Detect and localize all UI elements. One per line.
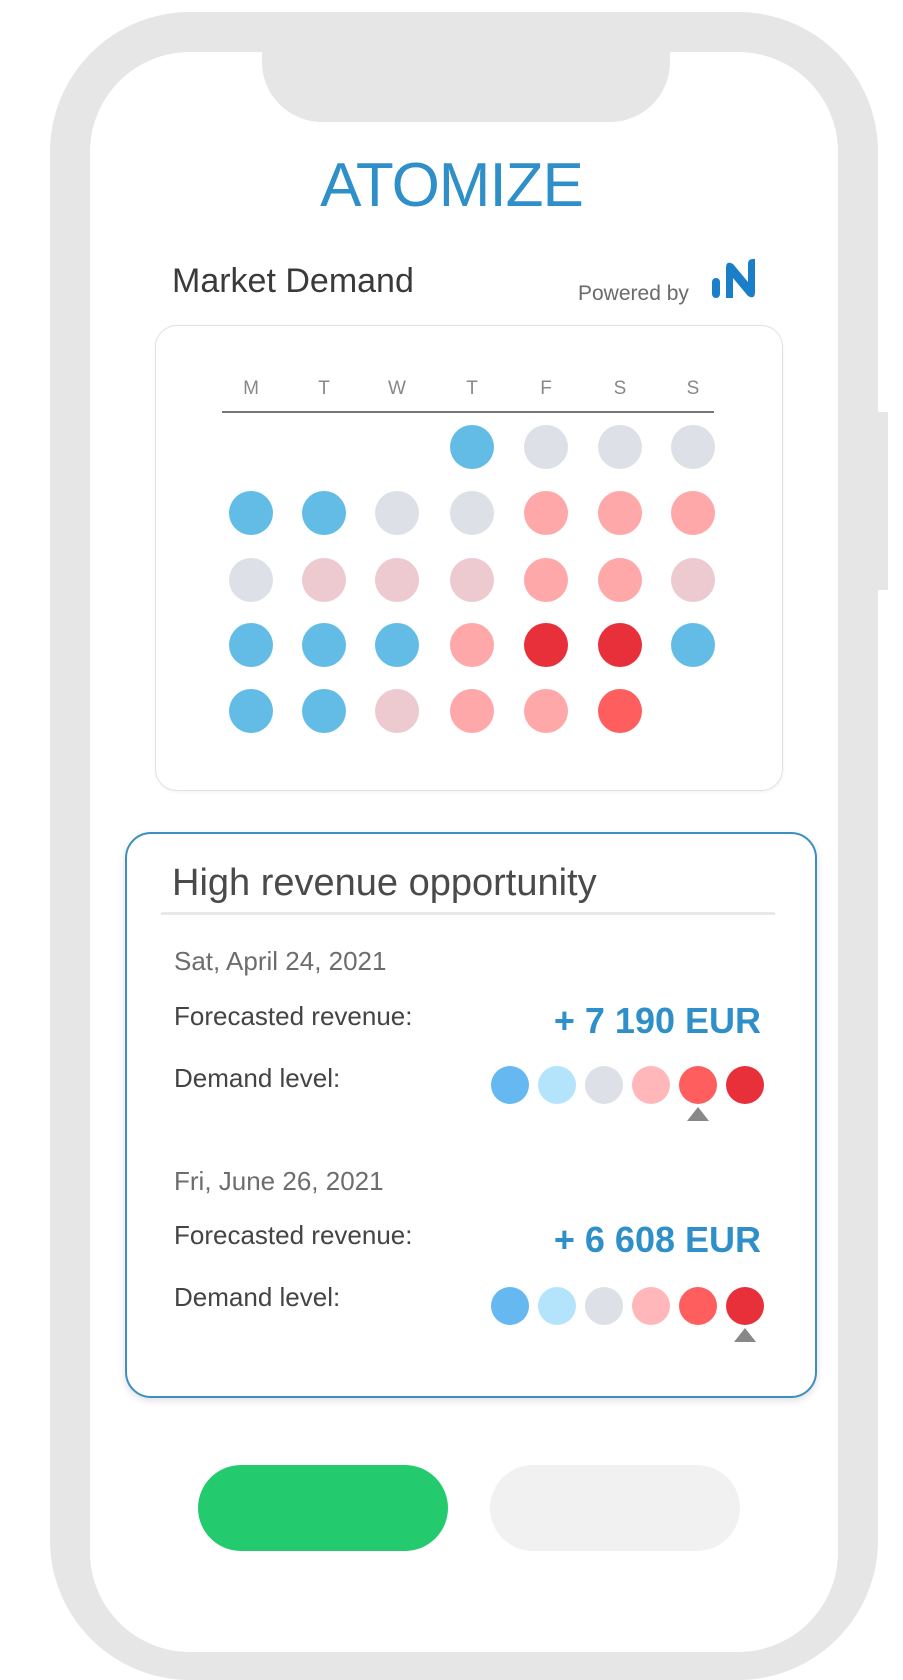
calendar-day-dot[interactable] <box>524 425 568 469</box>
entry-date: Sat, April 24, 2021 <box>174 946 387 976</box>
calendar-day-dot[interactable] <box>598 689 642 733</box>
calendar-day-dot[interactable] <box>450 623 494 667</box>
forecasted-revenue-label: Forecasted revenue: <box>174 1220 413 1250</box>
forecasted-revenue-label: Forecasted revenue: <box>174 1001 413 1031</box>
weekday-label: S <box>686 378 700 399</box>
revenue-title-divider <box>161 912 775 915</box>
demand-level-dot <box>491 1066 529 1104</box>
phone-notch <box>262 40 670 122</box>
calendar-day-dot[interactable] <box>598 491 642 535</box>
demand-level-label: Demand level: <box>174 1282 341 1312</box>
calendar-day-dot[interactable] <box>598 558 642 602</box>
demand-level-dot <box>726 1066 764 1104</box>
calendar-day-dot[interactable] <box>524 623 568 667</box>
calendar-day-dot[interactable] <box>671 558 715 602</box>
calendar-day-dot[interactable] <box>598 425 642 469</box>
calendar-day-dot[interactable] <box>229 689 273 733</box>
calendar-day-dot[interactable] <box>598 623 642 667</box>
calendar-day-dot[interactable] <box>671 623 715 667</box>
calendar-day-dot[interactable] <box>302 623 346 667</box>
n-logo-icon <box>712 258 755 298</box>
calendar-day-dot[interactable] <box>302 558 346 602</box>
entry-date: Fri, June 26, 2021 <box>174 1166 384 1196</box>
demand-level-label: Demand level: <box>174 1063 341 1093</box>
demand-level-dot <box>538 1287 576 1325</box>
calendar-day-dot[interactable] <box>229 623 273 667</box>
secondary-action-button[interactable] <box>490 1465 740 1551</box>
calendar-day-dot[interactable] <box>524 491 568 535</box>
powered-by-label: Powered by <box>578 282 689 305</box>
calendar-day-dot[interactable] <box>229 558 273 602</box>
market-demand-title: Market Demand <box>172 262 414 300</box>
calendar-day-dot[interactable] <box>375 491 419 535</box>
calendar-day-dot[interactable] <box>375 558 419 602</box>
calendar-day-dot[interactable] <box>302 689 346 733</box>
demand-level-dot <box>726 1287 764 1325</box>
demand-level-dot <box>491 1287 529 1325</box>
forecasted-revenue-value: + 7 190 EUR <box>553 1000 761 1041</box>
demand-level-dot <box>632 1066 670 1104</box>
weekday-label: S <box>613 378 627 399</box>
calendar-day-dot[interactable] <box>375 689 419 733</box>
weekday-header: MTWTFSS <box>222 378 714 412</box>
calendar-day-dot[interactable] <box>671 491 715 535</box>
demand-level-dot <box>632 1287 670 1325</box>
calendar-day-dot[interactable] <box>524 689 568 733</box>
calendar-day-dot[interactable] <box>524 558 568 602</box>
primary-action-button[interactable] <box>198 1465 448 1551</box>
calendar-day-dot[interactable] <box>229 491 273 535</box>
demand-level-dot <box>538 1066 576 1104</box>
demand-level-dot <box>585 1066 623 1104</box>
weekday-label: T <box>466 378 478 399</box>
weekday-divider <box>222 411 714 413</box>
calendar-day-dot[interactable] <box>450 425 494 469</box>
weekday-label: T <box>318 378 330 399</box>
weekday-label: M <box>243 378 259 399</box>
calendar-day-dot[interactable] <box>302 491 346 535</box>
demand-level-dot <box>679 1287 717 1325</box>
revenue-card-title: High revenue opportunity <box>172 862 597 904</box>
demand-level-marker-icon <box>734 1328 756 1342</box>
calendar-day-dot[interactable] <box>375 623 419 667</box>
atomize-logo: ATOMIZE <box>320 151 584 220</box>
calendar-day-dot[interactable] <box>450 491 494 535</box>
demand-level-dot <box>679 1066 717 1104</box>
forecasted-revenue-value: + 6 608 EUR <box>553 1219 761 1260</box>
weekday-label: W <box>388 378 406 399</box>
calendar-day-dot[interactable] <box>671 425 715 469</box>
phone-side-button <box>878 412 888 590</box>
weekday-label: F <box>540 378 552 399</box>
calendar-day-dot[interactable] <box>450 689 494 733</box>
calendar-day-dot[interactable] <box>450 558 494 602</box>
demand-level-marker-icon <box>687 1107 709 1121</box>
demand-level-dot <box>585 1287 623 1325</box>
